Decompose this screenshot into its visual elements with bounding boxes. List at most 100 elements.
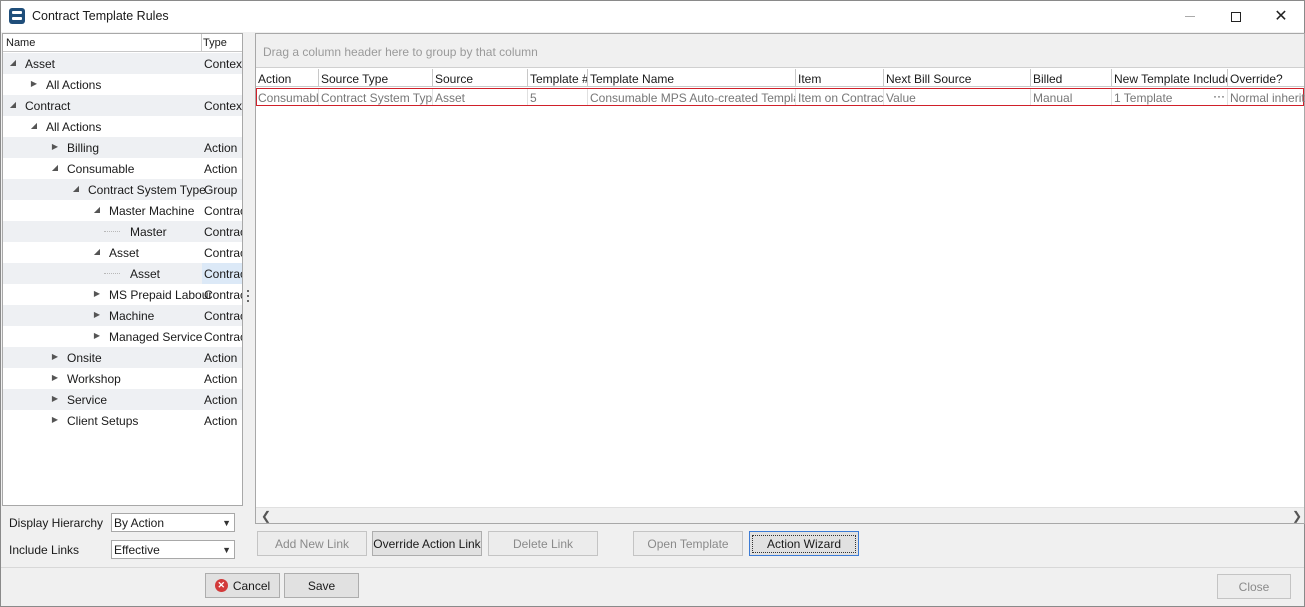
chevron-down-icon: ▼: [222, 518, 231, 528]
column-header[interactable]: Source Type: [319, 69, 433, 87]
expanded-triangle-icon[interactable]: ◢: [29, 121, 39, 131]
override-action-link-button[interactable]: Override Action Link: [372, 531, 482, 556]
maximize-button[interactable]: [1213, 1, 1259, 32]
display-hierarchy-label: Display Hierarchy: [9, 516, 104, 530]
collapsed-triangle-icon[interactable]: ▶: [50, 394, 60, 404]
tree-row[interactable]: ◢ Master Machine Contract: [3, 200, 242, 221]
tree-row[interactable]: Asset Contract: [3, 263, 242, 284]
tree-row[interactable]: ▶ All Actions: [3, 74, 242, 95]
tree-row[interactable]: ▶ Workshop Action: [3, 368, 242, 389]
splitter-handle[interactable]: [247, 290, 250, 306]
include-links-select[interactable]: Effective ▼: [111, 540, 235, 559]
expanded-triangle-icon[interactable]: ◢: [92, 247, 102, 257]
column-header[interactable]: Override?: [1228, 69, 1305, 87]
table-cell[interactable]: 5: [528, 89, 588, 105]
scroll-left-icon[interactable]: ❮: [261, 508, 271, 524]
template-links-grid[interactable]: Drag a column header here to group by th…: [255, 33, 1305, 524]
include-links-value: Effective: [114, 543, 160, 557]
collapsed-triangle-icon[interactable]: ▶: [29, 79, 39, 89]
close-window-button[interactable]: ✕: [1258, 1, 1304, 32]
table-cell[interactable]: Item on Contract: [796, 89, 884, 105]
tree-row-type: Contract: [204, 309, 242, 323]
tree-row-name: Billing: [67, 141, 100, 155]
collapsed-triangle-icon[interactable]: ▶: [92, 331, 102, 341]
collapsed-triangle-icon[interactable]: ▶: [50, 352, 60, 362]
column-header[interactable]: Source: [433, 69, 528, 87]
column-header[interactable]: Action: [256, 69, 319, 87]
tree-column-divider[interactable]: [201, 34, 202, 52]
tree-row-name: All Actions: [46, 120, 102, 134]
column-header[interactable]: Template #: [528, 69, 588, 87]
collapsed-triangle-icon[interactable]: ▶: [92, 310, 102, 320]
tree-row[interactable]: Master Contract: [3, 221, 242, 242]
scroll-right-icon[interactable]: ❯: [1292, 508, 1302, 524]
contract-template-rules-window: Contract Template Rules ✕ Name Type ◢ Ass…: [0, 0, 1305, 607]
tree-row-name: Workshop: [67, 372, 121, 386]
expanded-triangle-icon[interactable]: ◢: [50, 163, 60, 173]
tree-row-type: Contract: [202, 263, 242, 284]
tree-row[interactable]: ▶ Client Setups Action: [3, 410, 242, 431]
table-cell[interactable]: Manual: [1031, 89, 1112, 105]
tree-row-name: Asset: [130, 267, 161, 281]
tree-row-name: Asset: [109, 246, 140, 260]
display-hierarchy-select[interactable]: By Action ▼: [111, 513, 235, 532]
collapsed-triangle-icon[interactable]: ▶: [50, 415, 60, 425]
close-button[interactable]: Close: [1217, 574, 1291, 599]
column-header[interactable]: New Template Includes: [1112, 69, 1228, 87]
tree-row-name: Client Setups: [67, 414, 139, 428]
expanded-triangle-icon[interactable]: ◢: [71, 184, 81, 194]
tree-row-name: Asset: [25, 57, 56, 71]
close-icon: ✕: [1274, 7, 1288, 25]
horizontal-scrollbar[interactable]: ❮ ❯: [256, 507, 1304, 523]
column-header[interactable]: Item: [796, 69, 884, 87]
tree-header: Name Type: [3, 34, 242, 52]
more-options-icon[interactable]: ···: [1213, 89, 1225, 103]
tree-row[interactable]: ◢ Contract System Type Group: [3, 179, 242, 200]
group-by-area[interactable]: Drag a column header here to group by th…: [256, 34, 1304, 68]
tree-column-type[interactable]: Type: [203, 37, 227, 49]
expanded-triangle-icon[interactable]: ◢: [8, 100, 18, 110]
column-header[interactable]: Billed: [1031, 69, 1112, 87]
tree-row[interactable]: ◢ Contract Context: [3, 95, 242, 116]
column-header[interactable]: Next Bill Source: [884, 69, 1031, 87]
tree-row[interactable]: ▶ Service Action: [3, 389, 242, 410]
column-header[interactable]: Template Name: [588, 69, 796, 87]
tree-row[interactable]: ▶ Billing Action: [3, 137, 242, 158]
action-wizard-button[interactable]: Action Wizard: [749, 531, 859, 556]
tree-row[interactable]: ▶ Onsite Action: [3, 347, 242, 368]
collapsed-triangle-icon[interactable]: ▶: [50, 373, 60, 383]
delete-link-button[interactable]: Delete Link: [488, 531, 598, 556]
tree-row[interactable]: ◢ Consumable Action: [3, 158, 242, 179]
save-button[interactable]: Save: [284, 573, 359, 598]
tree-row-name: All Actions: [46, 78, 102, 92]
table-cell[interactable]: Consumable: [256, 89, 319, 105]
tree-row[interactable]: ◢ Asset Contract: [3, 242, 242, 263]
tree-row[interactable]: ▶ MS Prepaid LabourContract: [3, 284, 242, 305]
tree-row[interactable]: ◢ All Actions: [3, 116, 242, 137]
tree-column-name[interactable]: Name: [6, 37, 35, 49]
collapsed-triangle-icon[interactable]: ▶: [92, 289, 102, 299]
collapsed-triangle-icon[interactable]: ▶: [50, 142, 60, 152]
table-cell[interactable]: Asset: [433, 89, 528, 105]
minimize-button[interactable]: [1167, 1, 1213, 32]
tree-row-type: Contract: [204, 225, 242, 239]
table-cell[interactable]: 1 Template: [1112, 89, 1228, 105]
tree-row[interactable]: ▶ Managed ServiceContract: [3, 326, 242, 347]
tree-row-type: Context: [204, 57, 242, 71]
tree-row-name: Contract System Type: [88, 183, 206, 197]
cancel-button[interactable]: ✕ Cancel: [205, 573, 280, 598]
table-cell[interactable]: Normal inherita: [1228, 89, 1305, 105]
hierarchy-tree[interactable]: Name Type ◢ Asset Context ▶ All Actions ◢ Cont…: [2, 33, 243, 506]
expanded-triangle-icon[interactable]: ◢: [8, 58, 18, 68]
add-new-link-button[interactable]: Add New Link: [257, 531, 367, 556]
expanded-triangle-icon[interactable]: ◢: [92, 205, 102, 215]
table-row[interactable]: Consumable Contract System Type Asset 5 Cons…: [256, 88, 1305, 106]
open-template-button[interactable]: Open Template: [633, 531, 743, 556]
table-cell[interactable]: Consumable MPS Auto-created Template: [588, 89, 796, 105]
table-cell[interactable]: Contract System Type: [319, 89, 433, 105]
maximize-icon: [1231, 11, 1241, 22]
table-cell[interactable]: Value: [884, 89, 1031, 105]
display-hierarchy-value: By Action: [114, 516, 165, 530]
tree-row[interactable]: ◢ Asset Context: [3, 53, 242, 74]
tree-row[interactable]: ▶ Machine Contract: [3, 305, 242, 326]
